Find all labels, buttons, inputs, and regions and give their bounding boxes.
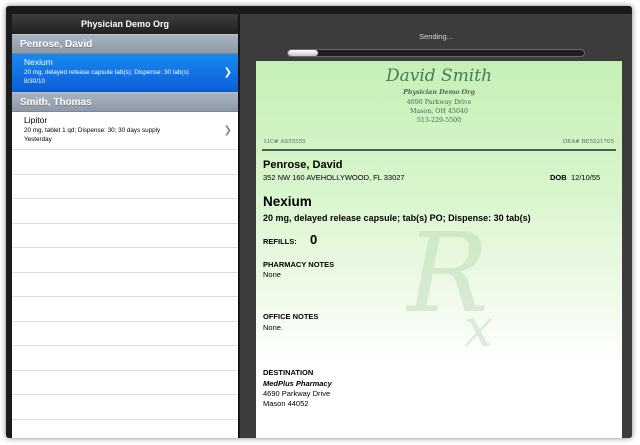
doctor-address-line1: 4690 Parkway Drive — [406, 99, 472, 106]
dob-value: 12/10/55 — [571, 173, 601, 182]
empty-row — [12, 150, 238, 175]
pharmacy-notes-value: None — [263, 270, 281, 279]
section-header-smith: Smith, Thomas — [12, 92, 238, 112]
empty-row — [12, 199, 238, 224]
empty-row — [12, 273, 238, 297]
office-notes-label: OFFICE NOTES — [263, 312, 319, 321]
pharmacy-notes-label: PHARMACY NOTES — [263, 260, 335, 269]
rx-watermark-icon: R x — [406, 211, 493, 351]
section-header-penrose: Penrose, David — [12, 34, 238, 54]
prescription-detail-pane: Sending... R x David Smith Physician Dem… — [240, 14, 632, 438]
header-divider — [262, 149, 616, 151]
doctor-name: David Smith — [385, 66, 493, 86]
dea-number: DEA# BE5521705 — [562, 139, 614, 145]
empty-row — [12, 322, 238, 346]
doctor-address-line2: Mason, OH 45040 — [410, 108, 468, 115]
empty-row — [12, 248, 238, 273]
list-item-detail: 20 mg, delayed release capsule tab(s); D… — [24, 69, 189, 76]
chevron-right-icon: ❯ — [223, 125, 232, 136]
list-item-title: Nexium — [24, 57, 53, 67]
drug-sig: 20 mg, delayed release capsule; tab(s) P… — [263, 213, 531, 223]
list-item-date: Yesterday — [24, 136, 52, 143]
refills-value: 0 — [310, 232, 318, 247]
pharmacy-name: MedPlus Pharmacy — [263, 379, 332, 388]
doctor-org: Physician Demo Org — [403, 89, 475, 96]
prescription-pad: R x David Smith Physician Demo Org 4690 … — [256, 61, 622, 438]
list-header-title: Physician Demo Org — [12, 14, 238, 34]
destination-label: DESTINATION — [263, 368, 314, 377]
empty-row — [12, 175, 238, 199]
dob-label: DOB — [550, 173, 567, 182]
patient-name: Penrose, David — [263, 159, 343, 171]
patient-address: 352 NW 160 AVEHOLLYWOOD, FL 33027 — [263, 173, 405, 182]
prescription-list-pane: Physician Demo Org Penrose, David Nexium… — [12, 14, 239, 438]
send-progress-bar — [287, 49, 585, 57]
svg-text:x: x — [464, 299, 493, 351]
pharmacy-address-line2: Mason 44052 — [263, 399, 309, 408]
empty-row — [12, 297, 238, 322]
empty-row — [12, 371, 238, 395]
empty-row — [12, 346, 238, 371]
office-notes-value: None. — [263, 323, 284, 332]
pharmacy-address-line1: 4690 Parkway Drive — [263, 389, 331, 398]
empty-row — [12, 224, 238, 248]
doctor-phone: 513-229-5500 — [416, 117, 462, 124]
list-item-nexium[interactable]: Nexium 20 mg, delayed release capsule ta… — [12, 54, 238, 92]
sending-status: Sending... — [419, 32, 453, 41]
list-item-lipitor[interactable]: Lipitor 20 mg, tablet 1 qd; Dispense: 30… — [12, 112, 238, 150]
list-item-title: Lipitor — [24, 115, 48, 125]
list-item-date: 8/30/10 — [24, 78, 46, 85]
list-item-detail: 20 mg, tablet 1 qd; Dispense: 30; 30 day… — [24, 127, 161, 134]
chevron-right-icon: ❯ — [223, 67, 232, 78]
send-progress-fill — [288, 50, 318, 56]
app-window: Physician Demo Org Penrose, David Nexium… — [6, 6, 632, 438]
drug-name: Nexium — [263, 194, 312, 209]
refills-label: REFILLS: — [263, 237, 297, 246]
empty-row — [12, 395, 238, 420]
license-number: LIC# AS55555 — [264, 139, 306, 145]
